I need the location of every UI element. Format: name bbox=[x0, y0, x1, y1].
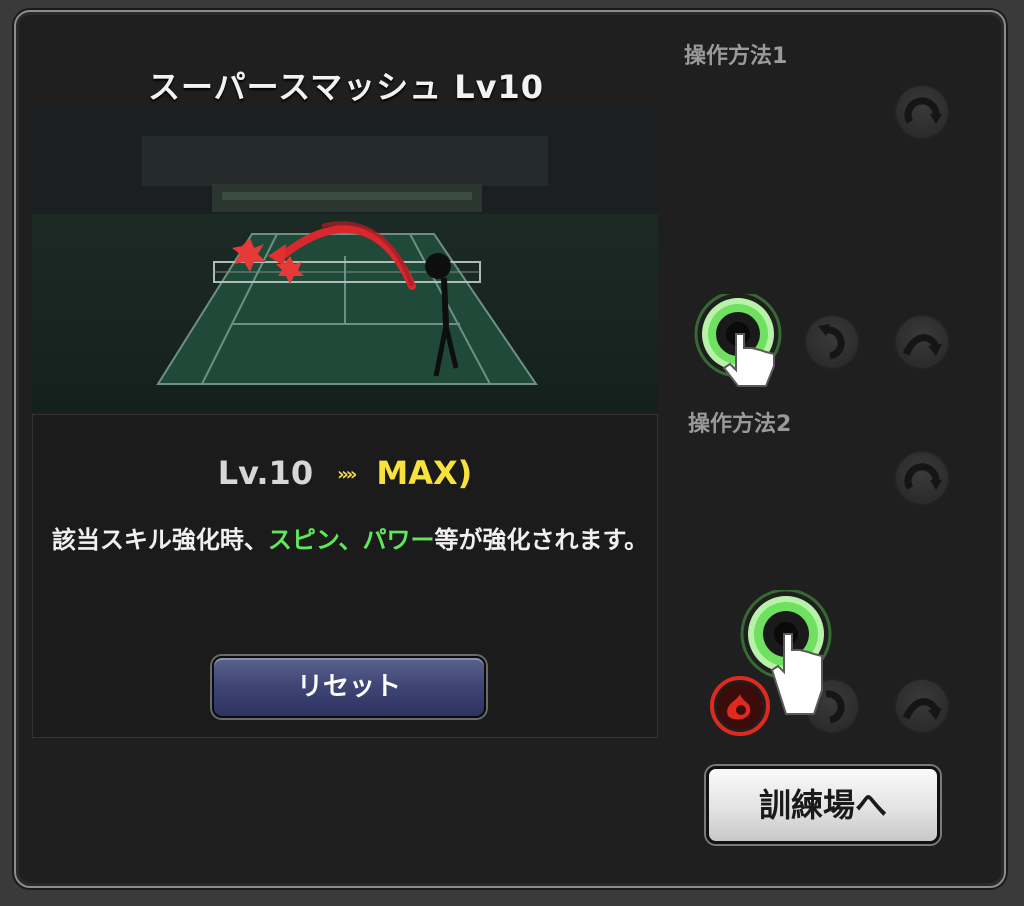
description-text-2: 等が強化されます。 bbox=[434, 526, 649, 554]
skill-title: スーパースマッシュ Lv10 bbox=[148, 68, 545, 106]
description-text-1: 該当スキル強化時、 bbox=[51, 526, 268, 554]
skill-preview-image bbox=[32, 106, 658, 412]
swipe-curve-icon bbox=[806, 316, 858, 368]
swipe-arc-icon bbox=[896, 680, 948, 732]
tap-hand-icon bbox=[738, 588, 834, 715]
upgrade-arrow-icon: »» bbox=[337, 464, 357, 485]
reset-button[interactable]: リセット bbox=[212, 656, 486, 718]
current-level: Lv.10 bbox=[217, 454, 314, 492]
level-upgrade-line: Lv.10 »» MAX) bbox=[0, 454, 690, 492]
swipe-arc-icon bbox=[896, 86, 948, 138]
method2-label: 操作方法2 bbox=[688, 412, 792, 437]
method1-label: 操作方法1 bbox=[684, 44, 788, 69]
skill-description: 該当スキル強化時、スピン、パワー等が強化されます。 bbox=[44, 520, 656, 560]
description-highlight: スピン、パワー bbox=[267, 526, 435, 554]
tap-hand-icon bbox=[694, 290, 790, 390]
swipe-arc-icon bbox=[896, 316, 948, 368]
swipe-arc-icon bbox=[896, 452, 948, 504]
go-to-training-button[interactable]: 訓練場へ bbox=[706, 766, 940, 844]
next-level: MAX) bbox=[376, 454, 473, 492]
